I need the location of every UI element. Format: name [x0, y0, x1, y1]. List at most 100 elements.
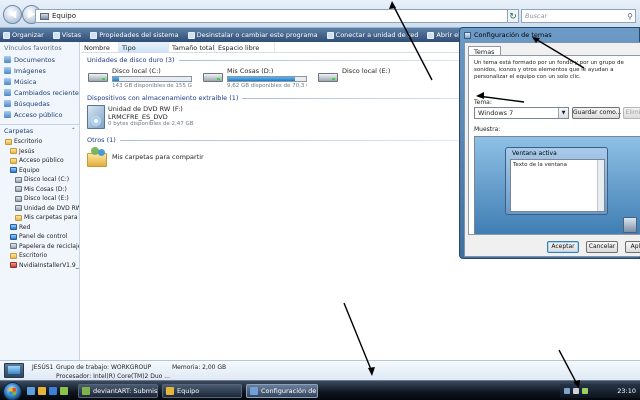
- tree-item[interactable]: Escritorio: [0, 251, 79, 261]
- taskbar: deviantART: Submis... Equipo Configuración…: [0, 380, 640, 400]
- theme-select[interactable]: Windows 7 ▼: [474, 107, 569, 119]
- tree-item[interactable]: Acceso público: [0, 156, 79, 166]
- tree-item-label: Jesús: [19, 147, 35, 155]
- column-header[interactable]: Tipo: [119, 42, 169, 52]
- drive-item[interactable]: Mis Cosas (D:) 9,62 GB disponibles de 70,…: [202, 67, 307, 89]
- tree-item[interactable]: Panel de control: [0, 232, 79, 242]
- system-tray: 23:10: [560, 384, 640, 398]
- quick-launch-app-icon[interactable]: [60, 387, 68, 395]
- tree-item-label: Acceso público: [19, 157, 64, 165]
- hard-drive-icon: [202, 67, 224, 85]
- shared-folder-icon: [87, 147, 109, 167]
- favorite-link[interactable]: Imágenes: [0, 65, 79, 76]
- search-icon[interactable]: ⚲: [627, 11, 633, 23]
- toolbar-item[interactable]: Vistas: [52, 31, 81, 39]
- toolbar-item-label: Conectar a unidad de red: [335, 31, 419, 39]
- apply-button[interactable]: Aplicar: [625, 241, 640, 253]
- favorites-heading: Vínculos favoritos: [4, 44, 62, 52]
- dvd-label: LRMCFRE_ES_DVD: [108, 113, 168, 121]
- taskbar-button[interactable]: deviantART: Submis...: [78, 384, 158, 398]
- tray-app-icon[interactable]: [582, 388, 588, 394]
- drive-details: Mis Cosas (D:) 9,62 GB disponibles de 70,…: [227, 67, 307, 89]
- tree-item-label: Unidad de DVD RW: [24, 204, 79, 212]
- drive-item[interactable]: Disco local (E:): [317, 67, 422, 89]
- taskbar-button-label: Equipo: [177, 387, 200, 395]
- cancel-button[interactable]: Cancelar: [586, 241, 618, 253]
- dialog-titlebar[interactable]: Configuración de temas: [464, 31, 552, 39]
- clock[interactable]: 23:10: [617, 387, 640, 395]
- folders-label: Carpetas: [4, 127, 34, 135]
- toolbar-item[interactable]: Propiedades del sistema: [90, 31, 179, 39]
- uninstall-icon: [187, 31, 195, 39]
- search-input[interactable]: Buscar ⚲: [521, 9, 636, 23]
- chevron-down-icon[interactable]: ▼: [558, 108, 568, 118]
- drive-name: Disco local (E:): [342, 67, 391, 75]
- network-icon[interactable]: [564, 388, 570, 394]
- folder-icon: [15, 214, 22, 221]
- window-icon: [166, 387, 174, 395]
- drive-led: [217, 78, 220, 80]
- drive-name: Mis Cosas (D:): [227, 67, 274, 75]
- back-button[interactable]: ◀: [3, 5, 22, 24]
- column-header[interactable]: Nombre: [81, 42, 119, 52]
- tree-item[interactable]: Disco local (E:): [0, 194, 79, 204]
- favorite-link[interactable]: Búsquedas: [0, 98, 79, 109]
- favorite-links: Documentos Imágenes Música Cambiados recien…: [0, 54, 79, 120]
- shared-folders-item[interactable]: Mis carpetas para compartir: [87, 147, 247, 167]
- toolbar-item[interactable]: Conectar a unidad de red: [326, 31, 419, 39]
- blue-icon: [10, 167, 17, 174]
- desktop: ◀ ▶ Equipo ↻ Buscar ⚲ Organizar Vistas Pro…: [0, 0, 640, 400]
- refresh-button[interactable]: ↻: [507, 9, 519, 23]
- favorite-link[interactable]: Acceso público: [0, 109, 79, 120]
- tree-item[interactable]: Papelera de reciclaje: [0, 242, 79, 252]
- drive-icon: [15, 186, 22, 193]
- theme-label: Tema:: [474, 99, 492, 106]
- window-icon: [82, 387, 90, 395]
- drive-led: [332, 78, 335, 80]
- preview-label: Muestra:: [474, 126, 501, 133]
- folders-heading[interactable]: Carpetas ˆ: [0, 124, 79, 137]
- preview-window: Ventana activa Texto de la ventana: [505, 147, 608, 215]
- tree-item[interactable]: Mis Cosas (D:): [0, 185, 79, 195]
- delete-button[interactable]: Eliminar: [623, 107, 640, 119]
- blue-icon: [10, 233, 17, 240]
- group-hdd-label: Unidades de disco duro (3): [87, 56, 175, 64]
- tree-item[interactable]: Disco local (C:): [0, 175, 79, 185]
- show-desktop-icon[interactable]: [27, 387, 35, 395]
- column-header[interactable]: Espacio libre: [215, 42, 275, 52]
- taskbar-button[interactable]: Equipo: [162, 384, 242, 398]
- favorite-link-label: Acceso público: [14, 110, 63, 119]
- processor: Procesador: Intel(R) Core(TM)2 Duo ...: [56, 373, 170, 380]
- toolbar-item[interactable]: Organizar: [3, 31, 44, 39]
- favorite-link[interactable]: Música: [0, 76, 79, 87]
- preview-window-title: Ventana activa: [512, 150, 557, 157]
- folder-icon: [10, 252, 17, 259]
- start-button[interactable]: [3, 382, 22, 400]
- views-icon: [52, 31, 60, 39]
- favorite-link[interactable]: Documentos: [0, 54, 79, 65]
- drive-item[interactable]: Disco local (C:) 143 GB disponibles de 15…: [87, 67, 192, 89]
- hard-drive-icon: [87, 67, 109, 85]
- tree-item[interactable]: Mis carpetas para compartir: [0, 213, 79, 223]
- quick-launch-browser-icon[interactable]: [49, 387, 57, 395]
- address-field[interactable]: Equipo: [35, 9, 515, 23]
- taskbar-button[interactable]: Configuración de te...: [246, 384, 318, 398]
- toolbar-item[interactable]: Desinstalar o cambiar este programa: [187, 31, 318, 39]
- dvd-drive-item[interactable]: Unidad de DVD RW (F:) LRMCFRE_ES_DVD 0 b…: [87, 105, 217, 129]
- volume-icon[interactable]: [573, 388, 579, 394]
- tree-item[interactable]: NvidiaInstallerV1.9_: [0, 261, 79, 271]
- tree-item[interactable]: Red: [0, 223, 79, 233]
- tree-item[interactable]: Escritorio: [0, 137, 79, 147]
- column-header[interactable]: Tamaño total: [169, 42, 215, 52]
- tree-item[interactable]: Unidad de DVD RW: [0, 204, 79, 214]
- ok-button[interactable]: Aceptar: [547, 241, 579, 253]
- capacity-bar: [227, 76, 307, 82]
- save-as-button[interactable]: Guardar como...: [572, 107, 621, 119]
- window-icon: [250, 387, 258, 395]
- tree-item[interactable]: Jesús: [0, 147, 79, 157]
- quick-launch-folder-icon[interactable]: [38, 387, 46, 395]
- favorite-link[interactable]: Cambiados recientemente: [0, 87, 79, 98]
- tree-item[interactable]: Equipo: [0, 166, 79, 176]
- drive-body: [318, 73, 338, 82]
- chevron-up-icon[interactable]: ˆ: [72, 127, 75, 135]
